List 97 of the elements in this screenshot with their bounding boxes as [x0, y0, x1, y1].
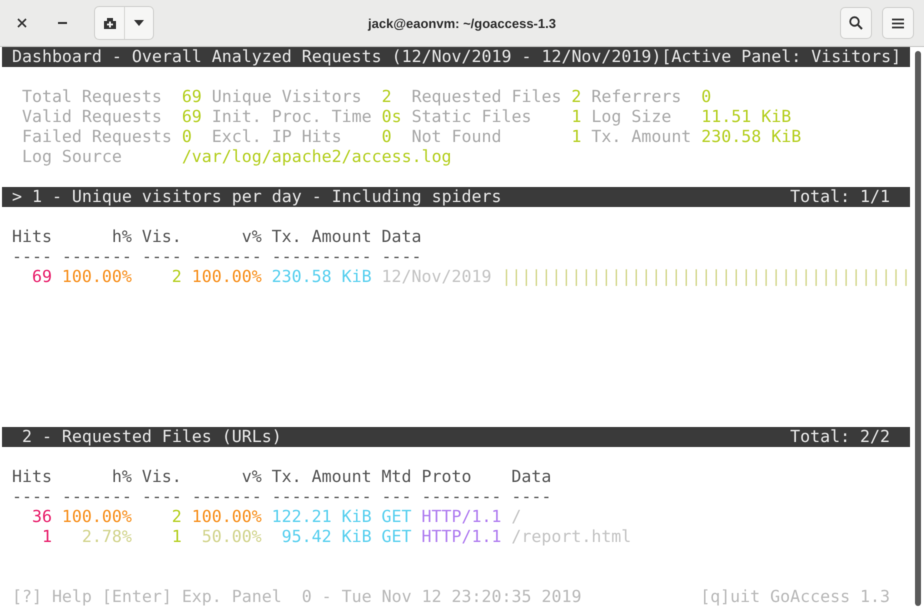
panel-total: Total: 1/1 [790, 187, 890, 207]
stat-label: Unique Visitors [212, 87, 363, 107]
column-header: h% [110, 467, 132, 487]
column-rule: -------- [422, 487, 502, 507]
stat-value: 69 [182, 87, 203, 107]
stat-label: Excl. IP Hits [212, 127, 343, 147]
stat-value: 2 [382, 87, 393, 107]
new-tab-icon [102, 16, 116, 30]
scrollbar[interactable] [915, 51, 921, 606]
column-rule: ---- [382, 247, 422, 267]
stat-value: 1 [571, 107, 582, 127]
column-header: Proto [422, 467, 472, 487]
stat-value: 69 [182, 107, 203, 127]
column-header: Hits [12, 227, 52, 247]
table-cell: 100.00% [62, 267, 132, 287]
stat-label: Static Files [412, 107, 532, 127]
column-header: Data [382, 227, 422, 247]
stat-value: 0 [701, 87, 712, 107]
panel-title: 2 - Requested Files (URLs) [22, 427, 282, 447]
caret-icon [134, 20, 144, 26]
stat-value: 0s [382, 107, 403, 127]
stat-label: Requested Files [412, 87, 562, 107]
table-cell-text: 69 [30, 267, 52, 287]
table-cell: /report.html [511, 527, 632, 547]
table-cell: 230.58 KiB [272, 267, 372, 287]
status-text: 0 - Tue Nov 12 23:20:35 2019 [302, 587, 582, 607]
panel-total: Total: 2/2 [790, 427, 890, 447]
stat-label: Log Source [22, 147, 123, 167]
column-header: Tx. Amount [272, 227, 372, 247]
column-rule: ---- [142, 247, 182, 267]
active-marker: > [12, 187, 22, 207]
column-rule: ------- [62, 487, 132, 507]
search-icon [849, 16, 863, 30]
help-hint: [?] Help [Enter] Exp. Panel [12, 587, 282, 607]
stat-value: 0 [382, 127, 393, 147]
column-header: Mtd [382, 467, 412, 487]
table-cell-text: 50.00% [200, 527, 262, 547]
column-header: h% [110, 227, 132, 247]
table-cell-text: 2.78% [80, 527, 132, 547]
bar-graph-text: ||||||||||||||||||||||||||||||||||||||||| [501, 267, 910, 287]
column-header: Data [511, 467, 552, 487]
table-cell: HTTP/1.1 [422, 527, 502, 547]
search-button[interactable] [840, 7, 872, 39]
stat-value: /var/log/apache2/access.log [182, 147, 452, 167]
table-cell: GET [382, 527, 412, 547]
stat-label: Referrers [591, 87, 682, 107]
stat-label: Log Size [591, 107, 672, 127]
menu-icon [892, 18, 904, 28]
menu-button[interactable] [882, 7, 914, 39]
table-cell: 12/Nov/2019 [382, 267, 492, 287]
column-header: Vis. [142, 467, 182, 487]
stat-value: 11.51 KiB [701, 107, 792, 127]
column-header: Hits [12, 467, 52, 487]
stat-label: Not Found [412, 127, 502, 147]
table-cell-text: 36 [30, 507, 52, 527]
column-header: Vis. [142, 227, 182, 247]
table-cell-text: 1 [170, 527, 182, 547]
stat-value: 2 [571, 87, 582, 107]
dashboard-title: Dashboard - Overall Analyzed Requests (12/Nov/2019 - 12/Nov/2019) [10, 47, 662, 67]
quit-hint: [q]uit GoAccess 1.3 [700, 587, 890, 607]
column-rule: ---------- [272, 487, 372, 507]
minimize-icon [58, 21, 66, 25]
stat-label: Init. Proc. Time [212, 107, 373, 127]
column-rule: ---- [12, 247, 52, 267]
window-title: jack@eaonvm: ~/goaccess-1.3 [368, 16, 556, 30]
column-rule: ---- [12, 487, 52, 507]
column-header: v% [240, 467, 262, 487]
table-cell: 122.21 KiB [272, 507, 372, 527]
close-icon [17, 18, 27, 28]
table-cell: HTTP/1.1 [422, 507, 502, 527]
table-cell-text: 1 [40, 527, 52, 547]
table-cell: 100.00% [192, 267, 262, 287]
table-cell: 100.00% [192, 507, 262, 527]
column-rule: ---------- [272, 247, 372, 267]
table-cell: 100.00% [62, 507, 132, 527]
stat-label: Failed Requests [22, 127, 173, 147]
column-rule: ------- [62, 247, 132, 267]
column-header: Tx. Amount [272, 467, 372, 487]
column-rule: ------- [192, 247, 262, 267]
table-cell: / [511, 507, 522, 527]
active-panel-label: [Active Panel: Visitors] [661, 47, 902, 67]
column-rule: ------- [192, 487, 262, 507]
table-cell-text: 2 [170, 507, 182, 527]
table-cell-text: 2 [170, 267, 182, 287]
column-rule: --- [382, 487, 412, 507]
stat-value: 1 [571, 127, 582, 147]
stat-label: Valid Requests [22, 107, 163, 127]
column-rule: ---- [511, 487, 552, 507]
stat-value: 230.58 KiB [701, 127, 802, 147]
stat-label: Tx. Amount [591, 127, 692, 147]
panel-title: 1 - Unique visitors per day - Including spiders [32, 187, 502, 207]
column-rule: ---- [142, 487, 182, 507]
table-cell-text: 95.42 KiB [280, 527, 372, 547]
stat-label: Total Requests [22, 87, 163, 107]
column-header: v% [240, 227, 262, 247]
table-cell: GET [382, 507, 412, 527]
stat-value: 0 [182, 127, 193, 147]
